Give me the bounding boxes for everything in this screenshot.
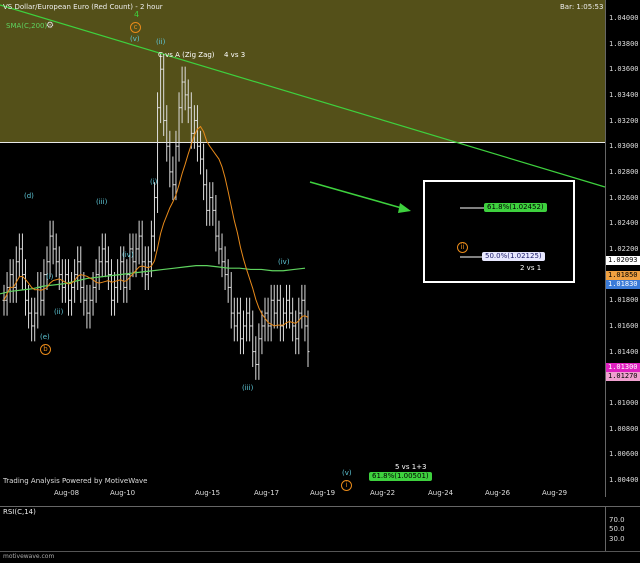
wave-label-v-top: (v) [130,35,140,43]
price-axis-tick: 1.01600 [609,321,639,330]
bar-timer: Bar: 1:05:53 [560,3,604,11]
trendline [0,4,606,188]
wave-label-iii-bottom: (iii) [242,384,254,392]
wave-label-i-left: (i) [46,273,54,281]
time-axis-tick: Aug-29 [542,489,568,497]
wave-label-b: b [40,344,51,355]
wave-label-i: (i) [150,178,158,186]
annotation-5-vs-1-3: 5 vs 1+3 [395,463,427,471]
price-axis-tick: 1.04000 [609,13,639,22]
price-axis-tick: 1.03000 [609,142,639,151]
wave-label-bottom-i: i [341,480,352,491]
wave-label-iii-left: (iii) [96,198,108,206]
rsi-panel[interactable] [0,506,605,552]
footer-bar [0,551,640,563]
price-tag-pink: 1.01270 [606,372,640,381]
fib-tag-upper[interactable]: 61.8%(1.02452) [484,203,547,212]
price-axis-tick: 1.03800 [609,39,639,48]
wave-label-v-bottom: (v) [342,469,352,477]
wave-label-target-ii: ii [457,242,468,253]
wave-label-iv: (iv) [122,251,134,259]
annotation-c-vs-a: C vs A (Zig Zag) [158,51,215,59]
price-axis-tick: 1.00400 [609,476,639,484]
price-axis-tick: 1.01800 [609,296,639,305]
time-axis-tick: Aug-22 [370,489,396,497]
time-axis-tick: Aug-19 [310,489,336,497]
time-axis-tick: Aug-17 [254,489,280,497]
watermark-text: Trading Analysis Powered by MotiveWave [3,477,148,485]
time-axis-tick: Aug-08 [54,489,80,497]
wave-label-d: (d) [24,192,34,200]
price-tag-magenta: 1.01300 [606,363,640,372]
target-box[interactable] [423,180,575,283]
price-tag-blue: 1.01830 [606,280,640,289]
time-axis-tick: Aug-24 [428,489,454,497]
price-axis-tick: 1.03600 [609,65,639,74]
annotation-4-vs-3: 4 vs 3 [224,51,246,59]
price-axis-tick: 1.02800 [609,167,639,176]
wave-label-ii: (ii) [156,38,166,46]
wave-label-iv-right: (iv) [278,258,290,266]
price-axis-tick: 1.01000 [609,398,639,407]
price-axis-tick: 1.03200 [609,116,639,125]
price-axis-tick: 1.03400 [609,90,639,99]
rsi-indicator-label[interactable]: RSI(C,14) [3,508,36,516]
projection-arrow [309,181,406,210]
gear-icon[interactable]: ⚙ [46,21,54,31]
wave-label-4: 4 [134,10,140,19]
rsi-axis-tick: 30.0 [609,534,625,543]
price-axis-tick: 1.00600 [609,450,639,459]
price-axis-tick: 1.01400 [609,347,639,356]
rsi-axis-tick: 70.0 [609,515,625,524]
price-axis-tick: 1.00800 [609,424,639,433]
footer-logo: motivewave.com [3,553,55,560]
fib-tag-middle[interactable]: 50.0%(1.02125) [482,252,545,261]
price-tag-orange: 1.01850 [606,271,640,280]
price-axis-tick: 1.02600 [609,193,639,202]
sma-indicator-label[interactable]: SMA(C,200) [6,22,47,30]
price-axis-tick: 1.02200 [609,244,639,253]
wave-label-e: (e) [40,333,50,341]
time-axis-tick: Aug-15 [195,489,221,497]
rsi-axis-tick: 50.0 [609,525,625,533]
wave-label-ii-left: (ii) [54,308,64,316]
time-axis-tick: Aug-26 [485,489,511,497]
wave-label-c: c [130,22,141,33]
price-axis-tick: 1.02400 [609,219,639,228]
time-axis-tick: Aug-10 [110,489,136,497]
fib-tag-bottom[interactable]: 61.8%(1.00501) [369,472,432,481]
projection-arrow-head [398,203,411,213]
price-tag-current: 1.02093 [606,256,640,265]
